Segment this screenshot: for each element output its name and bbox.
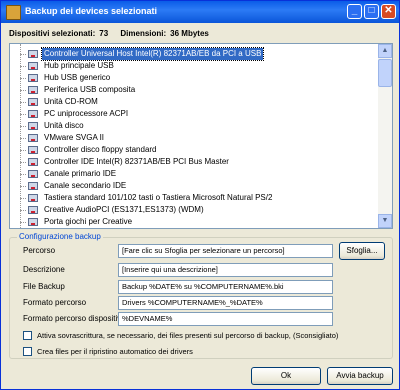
device-icon — [28, 146, 38, 154]
device-icon — [28, 110, 38, 118]
device-label: Canale secondario IDE — [44, 181, 127, 190]
device-label: Hub principale USB — [44, 61, 114, 70]
device-icon — [28, 206, 38, 214]
scroll-thumb[interactable] — [378, 59, 392, 87]
device-label: Porta giochi per Creative — [44, 217, 133, 226]
formato-dispositivo-label: Formato percorso dispositivo — [23, 314, 126, 323]
device-icon — [28, 134, 38, 142]
selected-count-label: Dispositivi selezionati: — [9, 29, 96, 38]
scroll-down-button[interactable]: ▼ — [378, 214, 392, 228]
device-label: VMware SVGA II — [44, 133, 105, 142]
app-icon — [6, 5, 21, 20]
overwrite-checkbox-label[interactable]: Attiva sovrascrittura, se necessario, de… — [37, 331, 338, 340]
device-label: Canale primario IDE — [44, 169, 117, 178]
device-icon — [28, 74, 38, 82]
device-label: Tastiera standard 101/102 tasti o Tastie… — [44, 193, 273, 202]
minimize-button[interactable]: _ — [347, 4, 362, 19]
tree-connector — [20, 138, 26, 139]
file-backup-label: File Backup — [23, 282, 65, 291]
device-icon — [28, 62, 38, 70]
restore-checkbox-label[interactable]: Crea files per il ripristino automatico … — [37, 347, 193, 356]
device-icon — [28, 170, 38, 178]
device-label: Creative AudioPCI (ES1371,ES1373) (WDM) — [44, 205, 204, 214]
tree-connector — [20, 210, 26, 211]
browse-button[interactable]: Sfoglia... — [339, 242, 385, 260]
percorso-field[interactable]: [Fare clic su Sfoglia per selezionare un… — [118, 244, 333, 258]
device-label: Controller IDE Intel(R) 82371AB/EB PCI B… — [44, 157, 229, 166]
tree-connector — [20, 66, 26, 67]
device-icon — [28, 98, 38, 106]
device-label: Hub USB generico — [44, 73, 111, 82]
config-group-title: Configurazione backup — [17, 232, 103, 241]
restore-checkbox[interactable] — [23, 347, 32, 356]
formato-percorso-field[interactable]: Drivers %COMPUTERNAME%_%DATE% — [118, 296, 333, 310]
device-icon — [28, 218, 38, 226]
vertical-scrollbar[interactable]: ▲ ▼ — [378, 44, 392, 228]
tree-connector — [20, 126, 26, 127]
backup-dialog: Backup dei devices selezionati _ □ ✕ Dis… — [0, 0, 400, 390]
tree-connector — [20, 174, 26, 175]
device-icon — [28, 86, 38, 94]
tree-connector — [20, 198, 26, 199]
device-label: Controller disco floppy standard — [44, 145, 157, 154]
window-title: Backup dei devices selezionati — [25, 6, 158, 16]
device-label: Controller Universal Host Intel(R) 82371… — [40, 47, 265, 61]
formato-percorso-label: Formato percorso — [23, 298, 87, 307]
device-list[interactable]: Controller Universal Host Intel(R) 82371… — [9, 43, 393, 229]
start-backup-button[interactable]: Avvia backup — [327, 367, 393, 385]
ok-button[interactable]: Ok — [251, 367, 321, 385]
tree-connector — [20, 222, 26, 223]
tree-connector — [20, 78, 26, 79]
tree-connector — [20, 90, 26, 91]
tree-connector — [20, 102, 26, 103]
device-label: Periferica USB composita — [44, 85, 136, 94]
device-label: Unità disco — [44, 121, 84, 130]
percorso-label: Percorso — [23, 246, 56, 255]
selected-count: 73 — [99, 29, 109, 38]
tree-connector — [20, 54, 26, 55]
file-backup-field[interactable]: Backup %DATE% su %COMPUTERNAME%.bki — [118, 280, 333, 294]
title-bar[interactable]: Backup dei devices selezionati _ □ ✕ — [1, 1, 399, 23]
selection-summary: Dispositivi selezionati: 73 Dimensioni: 36… — [9, 29, 213, 38]
tree-connector — [20, 162, 26, 163]
device-icon — [28, 50, 38, 58]
scroll-up-button[interactable]: ▲ — [378, 44, 392, 58]
tree-connector — [20, 150, 26, 151]
device-icon — [28, 122, 38, 130]
overwrite-checkbox[interactable] — [23, 331, 32, 340]
close-button[interactable]: ✕ — [381, 4, 396, 19]
device-icon — [28, 182, 38, 190]
device-label: Unità CD-ROM — [44, 97, 98, 106]
tree-connector — [20, 114, 26, 115]
tree-connector — [20, 186, 26, 187]
size-value: 36 Mbytes — [170, 29, 209, 38]
descrizione-label: Descrizione — [23, 265, 65, 274]
tree-line — [20, 44, 21, 228]
device-label: PC uniprocessore ACPI — [44, 109, 129, 118]
size-label: Dimensioni: — [120, 29, 167, 38]
formato-dispositivo-field[interactable]: %DEVNAME% — [118, 312, 333, 326]
device-icon — [28, 194, 38, 202]
descrizione-field[interactable]: [Inserire qui una descrizione] — [118, 263, 333, 277]
maximize-button[interactable]: □ — [364, 4, 379, 19]
device-icon — [28, 158, 38, 166]
